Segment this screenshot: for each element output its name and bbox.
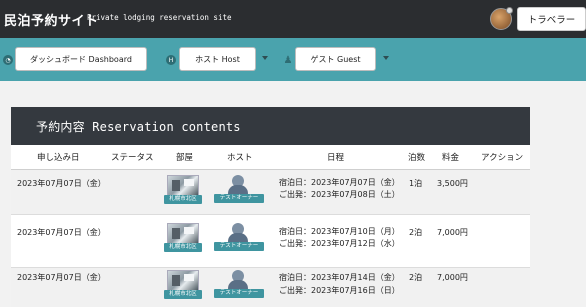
checkout-date: ご出発：2023年07月16日（日） xyxy=(279,286,400,295)
checkout-date: ご出発：2023年07月08日（土） xyxy=(279,190,400,199)
host-label: テストオーナー xyxy=(214,194,264,203)
main-nav: ◔ ダッシュボード Dashboard H ホスト Host ♟ ゲスト Gue… xyxy=(0,38,586,81)
table-row[interactable]: 2023年07月07日（金） 札幌市北区 テストオーナー 宿泊日：2023年07… xyxy=(11,170,530,214)
table-row[interactable]: 2023年07月07日（金） 札幌市北区 テストオーナー 宿泊日：2023年07… xyxy=(11,215,530,259)
room-label: 札幌市北区 xyxy=(164,243,202,252)
applied-date: 2023年07月07日（金） xyxy=(17,228,106,237)
room-photo xyxy=(167,223,199,244)
host-label: テストオーナー xyxy=(214,289,264,298)
column-header-schedule: 日程 xyxy=(327,153,345,163)
site-title[interactable]: 民泊予約サイト xyxy=(4,10,99,29)
host-thumbnail[interactable]: テストオーナー xyxy=(214,175,264,203)
column-header-action: アクション xyxy=(481,153,524,163)
host-avatar-icon xyxy=(227,270,249,290)
top-header: 民泊予約サイト Private lodging reservation site… xyxy=(0,0,586,38)
host-thumbnail[interactable]: テストオーナー xyxy=(214,223,264,251)
column-header-price: 料金 xyxy=(442,153,460,163)
table-row[interactable]: 2023年07月07日（金） 札幌市北区 テストオーナー 宿泊日：2023年07… xyxy=(11,268,530,307)
nav-dashboard-button[interactable]: ダッシュボード Dashboard xyxy=(15,47,147,71)
guest-dropdown-caret-icon[interactable] xyxy=(383,56,389,60)
checkin-date: 宿泊日：2023年07月10日（月） xyxy=(279,227,400,236)
guest-users-icon: ♟ xyxy=(283,54,293,66)
nights: 2泊 xyxy=(409,273,423,282)
column-header-applied: 申し込み日 xyxy=(37,153,80,163)
user-avatar[interactable] xyxy=(490,7,513,30)
card-header: 予約内容 Reservation contents xyxy=(11,107,530,145)
column-header-nights: 泊数 xyxy=(408,153,426,163)
host-avatar-icon xyxy=(227,175,249,195)
column-header-host: ホスト xyxy=(227,153,253,163)
host-dropdown-caret-icon[interactable] xyxy=(262,56,268,60)
room-thumbnail[interactable]: 札幌市北区 xyxy=(164,223,202,252)
host-avatar-icon xyxy=(227,223,249,243)
price: 3,500円 xyxy=(437,179,468,188)
column-header-status: ステータス xyxy=(111,153,154,163)
room-thumbnail[interactable]: 札幌市北区 xyxy=(164,175,202,204)
room-label: 札幌市北区 xyxy=(164,195,202,204)
price: 7,000円 xyxy=(437,228,468,237)
column-header-room: 部屋 xyxy=(176,153,194,163)
host-thumbnail[interactable]: テストオーナー xyxy=(214,270,264,298)
reservation-card: 予約内容 Reservation contents 申し込み日 ステータス 部屋… xyxy=(11,107,530,307)
room-thumbnail[interactable]: 札幌市北区 xyxy=(164,270,202,299)
room-photo xyxy=(167,175,199,196)
nav-host-button[interactable]: ホスト Host xyxy=(179,47,256,71)
card-title: 予約内容 Reservation contents xyxy=(36,120,241,134)
applied-date: 2023年07月07日（金） xyxy=(17,179,106,188)
room-photo xyxy=(167,270,199,291)
nights: 2泊 xyxy=(409,228,423,237)
host-label: テストオーナー xyxy=(214,242,264,251)
applied-date: 2023年07月07日（金） xyxy=(17,273,106,282)
notification-dot-icon xyxy=(506,7,513,14)
price: 7,000円 xyxy=(437,273,468,282)
user-menu-button[interactable]: トラベラー xyxy=(517,7,586,31)
checkin-date: 宿泊日：2023年07月07日（金） xyxy=(279,178,400,187)
room-label: 札幌市北区 xyxy=(164,290,202,299)
nights: 1泊 xyxy=(409,179,423,188)
nav-guest-button[interactable]: ゲスト Guest xyxy=(295,47,376,71)
checkin-date: 宿泊日：2023年07月14日（金） xyxy=(279,273,400,282)
host-icon: H xyxy=(166,55,176,65)
dashboard-icon: ◔ xyxy=(3,55,13,65)
site-subtitle: Private lodging reservation site xyxy=(87,13,232,22)
checkout-date: ご出発：2023年07月12日（水） xyxy=(279,239,400,248)
